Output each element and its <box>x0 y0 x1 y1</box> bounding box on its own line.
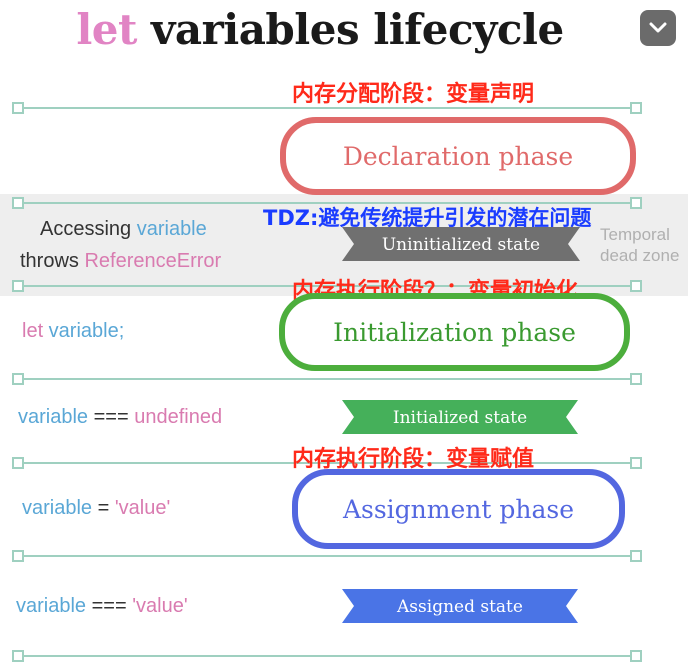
code-variable: variable <box>16 595 87 617</box>
assignment-code: variable = 'value' <box>22 497 170 520</box>
code-value: 'value' <box>132 595 188 617</box>
initialized-state-label: Initialized state <box>393 408 527 428</box>
tdz-line-1: Temporal <box>600 225 670 244</box>
code-variable: variable <box>22 497 93 519</box>
code-operator: === <box>88 406 135 428</box>
code-throws: throws <box>20 250 79 272</box>
initialization-phase: Initialization phase <box>279 293 630 371</box>
code-undefined: undefined <box>134 406 223 428</box>
assignment-phase-label: Assignment phase <box>342 494 575 524</box>
equals-value-code: variable === 'value' <box>16 595 188 618</box>
let-declaration-code: let variable; <box>22 320 124 343</box>
code-variable: variable <box>18 406 89 428</box>
assigned-state-label: Assigned state <box>396 597 523 617</box>
tdz-line-2: dead zone <box>600 246 680 265</box>
code-accessing: Accessing <box>40 218 132 240</box>
temporal-dead-zone-label: Temporal dead zone <box>600 224 679 266</box>
declaration-note: 内存分配阶段：变量声明 <box>292 82 535 107</box>
declaration-phase-label: Declaration phase <box>342 141 574 171</box>
uninitialized-state-label: Uninitialized state <box>382 235 540 255</box>
code-operator: === <box>86 595 133 617</box>
declaration-phase: Declaration phase <box>280 117 636 195</box>
uninitialized-state-ribbon: Uninitialized state <box>342 227 580 261</box>
equals-undefined-code: variable === undefined <box>18 406 222 429</box>
page-title: let variables lifecycle <box>0 2 640 58</box>
title-text: variables lifecycle <box>136 5 564 54</box>
chevron-down-icon <box>649 22 667 33</box>
initialization-phase-label: Initialization phase <box>333 317 576 347</box>
code-value: 'value' <box>114 497 171 519</box>
code-let: let <box>22 320 44 342</box>
code-operator: = <box>92 497 115 519</box>
throws-reference-error-text: throws ReferenceError <box>20 250 221 273</box>
code-variable: variable <box>43 320 119 342</box>
code-semicolon: ; <box>118 320 125 342</box>
code-reference-error: ReferenceError <box>78 250 222 272</box>
menu-dropdown-button[interactable] <box>640 10 676 46</box>
title-keyword: let <box>76 5 137 54</box>
accessing-variable-text: Accessing variable <box>40 218 207 241</box>
assignment-phase: Assignment phase <box>292 469 625 549</box>
assigned-state-ribbon: Assigned state <box>342 589 578 623</box>
code-variable: variable <box>131 218 207 240</box>
initialized-state-ribbon: Initialized state <box>342 400 578 434</box>
